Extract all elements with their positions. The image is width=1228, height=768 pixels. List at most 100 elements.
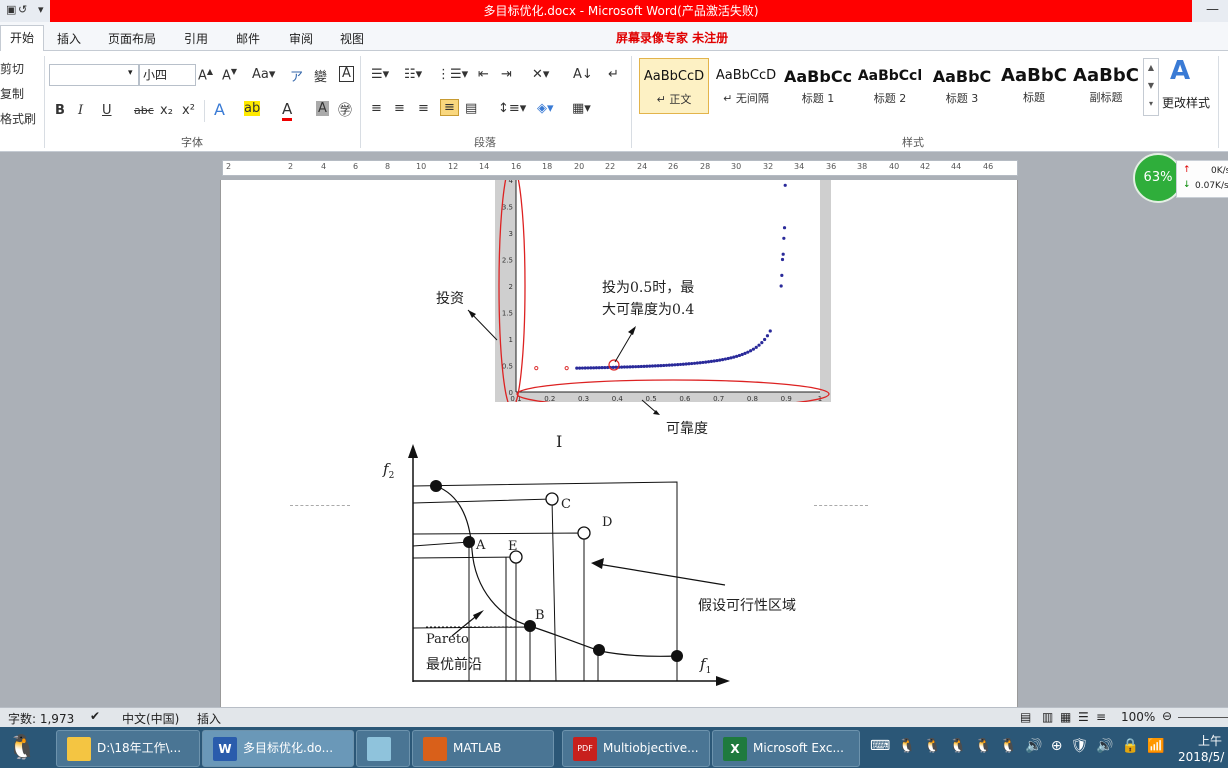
zoom-out-icon[interactable]: ⊖ xyxy=(1162,709,1172,723)
italic-button[interactable]: I xyxy=(78,103,83,118)
increase-indent-icon[interactable]: ⇥ xyxy=(501,67,512,82)
align-left-icon[interactable]: ≡ xyxy=(371,101,382,116)
separator xyxy=(1218,56,1219,148)
text-effects-icon[interactable]: A xyxy=(214,100,225,119)
view-print-layout-icon[interactable]: ▤ xyxy=(1020,710,1031,724)
underline-button[interactable]: U xyxy=(102,103,112,118)
taskbar-item-matlab[interactable]: MATLAB xyxy=(412,730,554,767)
shrink-font-button[interactable]: A▼ xyxy=(222,67,237,83)
format-painter-button[interactable]: 格式刷 xyxy=(0,110,36,127)
styles-scroll[interactable]: ▲ ▼ ▾ xyxy=(1143,58,1159,116)
enclose-char-icon[interactable]: ㊫ xyxy=(338,100,352,120)
copy-button[interactable]: 复制 xyxy=(0,85,24,102)
multilevel-list-icon[interactable]: ⋮☰▾ xyxy=(437,67,468,82)
distributed-icon[interactable]: ▤ xyxy=(465,101,477,116)
language-indicator[interactable]: 中文(中国) xyxy=(122,710,179,727)
style-heading-3[interactable]: AaBbC 标题 3 xyxy=(928,58,996,112)
zoom-slider[interactable] xyxy=(1178,717,1228,718)
clear-format-icon[interactable]: 變 xyxy=(314,66,327,85)
shading-icon[interactable]: ◈▾ xyxy=(537,101,554,116)
data-point xyxy=(780,273,784,277)
borders-icon[interactable]: ▦▾ xyxy=(572,101,591,116)
align-center-icon[interactable]: ≡ xyxy=(394,101,405,116)
zoom-level[interactable]: 100% xyxy=(1121,710,1155,724)
tab-insert[interactable]: 插入 xyxy=(57,30,81,47)
tab-view[interactable]: 视图 xyxy=(340,30,364,47)
horizontal-ruler[interactable]: 2 2 4 6 8 10 12 14 16 18 20 22 24 26 28 … xyxy=(222,160,1018,176)
show-marks-icon[interactable]: ↵ xyxy=(608,67,619,82)
taskbar-item-word[interactable]: W 多目标优化.do... xyxy=(202,730,354,767)
align-right-icon[interactable]: ≡ xyxy=(418,101,429,116)
f1-axis-label: f1 xyxy=(700,655,712,676)
taskbar-item-explorer[interactable]: D:\18年工作\... xyxy=(56,730,200,767)
line-spacing-icon[interactable]: ↕≡▾ xyxy=(498,101,526,116)
status-bar: 字数: 1,973 ✔ 中文(中国) 插入 ▤ ▥ ▦ ☰ ≡ 100% ⊖ xyxy=(0,707,1228,728)
change-styles-button[interactable]: 更改样式 xyxy=(1162,94,1210,111)
style-title[interactable]: AaBbC 标题 xyxy=(1000,58,1068,112)
style-heading-2[interactable]: AaBbCcl 标题 2 xyxy=(856,58,924,112)
justify-icon[interactable]: ≡ xyxy=(440,99,459,116)
char-shading-icon[interactable]: A xyxy=(316,101,329,116)
tab-home[interactable]: 开始 xyxy=(0,25,44,52)
font-size-combo[interactable]: 小四 xyxy=(139,64,196,86)
char-border-icon[interactable]: A xyxy=(339,66,354,82)
separator xyxy=(44,56,45,148)
taskbar-item-app[interactable] xyxy=(356,730,410,767)
change-case-button[interactable]: Aa▾ xyxy=(252,67,275,82)
tab-mailings[interactable]: 邮件 xyxy=(236,30,260,47)
highlight-icon[interactable]: ab xyxy=(244,101,261,116)
minimize-icon[interactable]: — xyxy=(1206,2,1219,17)
change-styles-icon[interactable]: A xyxy=(1170,56,1190,86)
grow-font-button[interactable]: A▲ xyxy=(198,67,213,83)
style-no-spacing[interactable]: AaBbCcD ↵ 无间隔 xyxy=(712,58,780,112)
chevron-down-icon[interactable]: ▾ xyxy=(128,68,133,78)
numbering-icon[interactable]: ☷▾ xyxy=(404,67,422,82)
y-tick-label: 4 xyxy=(509,180,514,185)
folder-icon xyxy=(67,736,91,761)
proofing-icon[interactable]: ✔ xyxy=(90,709,100,723)
clock-date[interactable]: 2018/5/ xyxy=(1178,750,1224,764)
style-normal[interactable]: AaBbCcD ↵ 正文 xyxy=(639,58,709,114)
data-point xyxy=(768,329,772,333)
superscript-button[interactable]: x² xyxy=(182,103,195,118)
sort-icon[interactable]: A↓ xyxy=(573,67,593,82)
taskbar-item-pdf[interactable]: PDF Multiobjective... xyxy=(562,730,710,767)
taskbar-item-excel[interactable]: X Microsoft Exc... xyxy=(712,730,860,767)
decrease-indent-icon[interactable]: ⇤ xyxy=(478,67,489,82)
phonetic-guide-icon[interactable]: ア xyxy=(290,66,303,85)
font-color-icon[interactable]: A xyxy=(282,100,293,121)
data-point xyxy=(780,257,785,262)
point-label-e: E xyxy=(508,539,518,554)
f2-axis-label: f2 xyxy=(383,460,395,481)
data-point xyxy=(763,337,767,342)
word-icon[interactable]: ▣ xyxy=(6,3,16,16)
system-tray[interactable]: ⌨🐧🐧🐧🐧🐧🔊⊕🛡🔊🔒📶 xyxy=(870,738,1170,758)
word-count[interactable]: 字数: 1,973 xyxy=(8,710,74,727)
subscript-button[interactable]: x₂ xyxy=(160,103,173,118)
qq-icon[interactable]: 🐧 xyxy=(2,729,42,766)
view-full-screen-icon[interactable]: ▥ xyxy=(1042,710,1053,724)
font-name-combo[interactable] xyxy=(49,64,139,86)
bold-button[interactable]: B xyxy=(55,103,65,118)
insert-mode[interactable]: 插入 xyxy=(197,710,221,727)
bullets-icon[interactable]: ☰▾ xyxy=(371,67,389,82)
view-outline-icon[interactable]: ☰ xyxy=(1078,710,1089,724)
view-web-icon[interactable]: ▦ xyxy=(1060,710,1071,724)
tab-references[interactable]: 引用 xyxy=(184,30,208,47)
style-heading-1[interactable]: AaBbCc 标题 1 xyxy=(784,58,852,112)
undo-icon[interactable]: ↺ xyxy=(18,3,27,16)
excel-icon: X xyxy=(723,736,747,761)
tab-page-layout[interactable]: 页面布局 xyxy=(108,30,156,47)
cut-button[interactable]: 剪切 xyxy=(0,60,24,77)
download-arrow-icon: ↓ xyxy=(1183,180,1191,190)
tab-review[interactable]: 审阅 xyxy=(289,30,313,47)
strikethrough-button[interactable]: abc xyxy=(134,104,154,117)
clock-time[interactable]: 上午 xyxy=(1198,732,1222,749)
data-point xyxy=(740,352,744,357)
quick-access-dropdown[interactable]: ▾ xyxy=(38,3,44,16)
data-point xyxy=(754,345,758,349)
asian-layout-icon[interactable]: ✕▾ xyxy=(532,67,549,82)
style-subtitle[interactable]: AaBbC 副标题 xyxy=(1072,58,1140,112)
view-draft-icon[interactable]: ≡ xyxy=(1096,710,1106,724)
y-tick-label: 3 xyxy=(509,230,513,238)
